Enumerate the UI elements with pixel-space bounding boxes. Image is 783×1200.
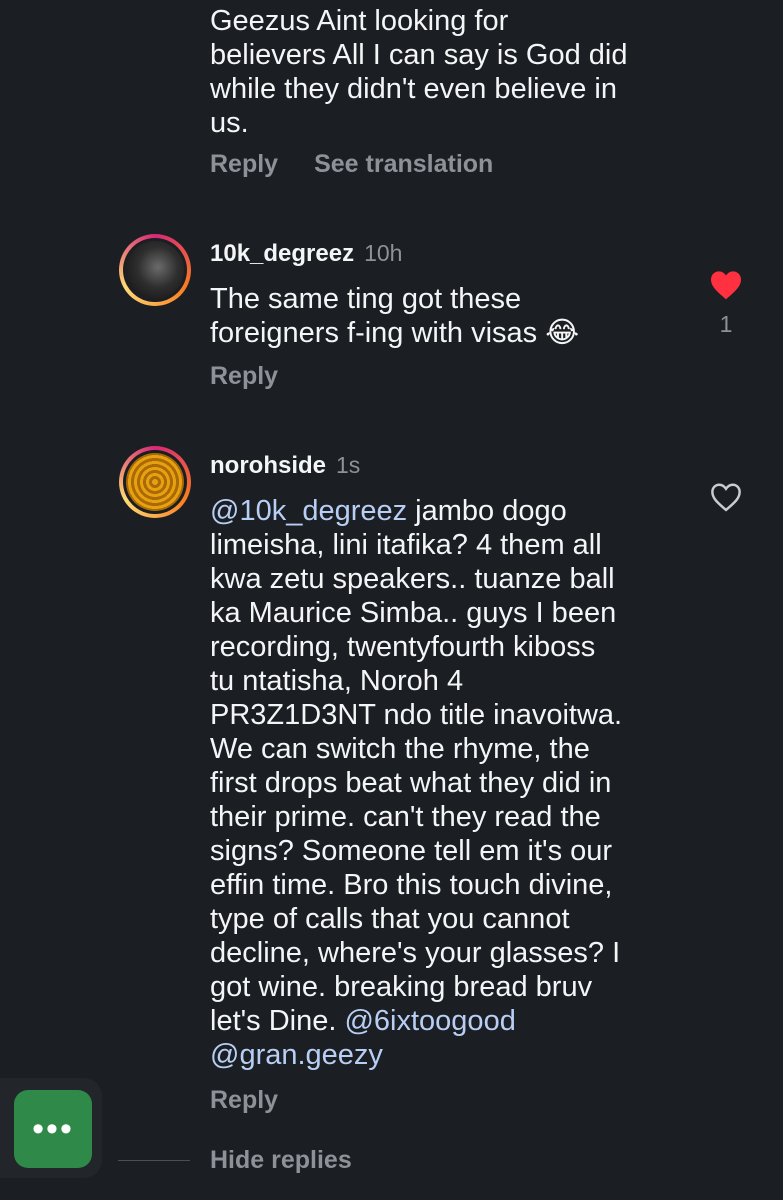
timestamp: 10h xyxy=(364,240,403,266)
avatar-photo xyxy=(126,241,184,299)
more-options-button[interactable]: ••• xyxy=(14,1090,92,1168)
mention-link[interactable]: @gran.geezy xyxy=(210,1039,383,1071)
comment-text: The same ting got these foreigners f-ing… xyxy=(210,283,580,349)
comment-text: Geezus Aint looking for believers All I … xyxy=(210,5,628,139)
mention-link[interactable]: @6ixtoogood xyxy=(344,1005,515,1037)
heart-outline-icon[interactable] xyxy=(709,482,743,512)
avatar-image xyxy=(126,453,184,511)
like-control: 1 xyxy=(709,270,743,338)
reply-button[interactable]: Reply xyxy=(210,362,278,391)
comment-actions: Reply xyxy=(210,362,278,391)
comment-text: @10k_degreez jambo dogo limeisha, lini i… xyxy=(210,494,680,1072)
comment-body: jambo dogo limeisha, lini itafika? 4 the… xyxy=(210,495,623,1037)
avatar[interactable] xyxy=(119,446,191,518)
reply-button[interactable]: Reply xyxy=(210,150,278,179)
like-count: 1 xyxy=(719,311,733,337)
hide-replies-button[interactable]: Hide replies xyxy=(210,1146,352,1175)
mention-link[interactable]: @10k_degreez xyxy=(210,495,407,527)
like-control xyxy=(709,482,743,517)
comment-actions: Reply See translation xyxy=(210,150,493,179)
reply-button[interactable]: Reply xyxy=(210,1086,278,1115)
timestamp: 1s xyxy=(336,452,361,478)
avatar[interactable] xyxy=(119,234,191,306)
divider xyxy=(118,1160,190,1161)
heart-filled-icon[interactable] xyxy=(709,270,743,300)
see-translation-button[interactable]: See translation xyxy=(314,150,493,179)
comment-actions: Reply xyxy=(210,1086,278,1115)
username[interactable]: norohside xyxy=(210,452,326,480)
username[interactable]: 10k_degreez xyxy=(210,240,354,268)
